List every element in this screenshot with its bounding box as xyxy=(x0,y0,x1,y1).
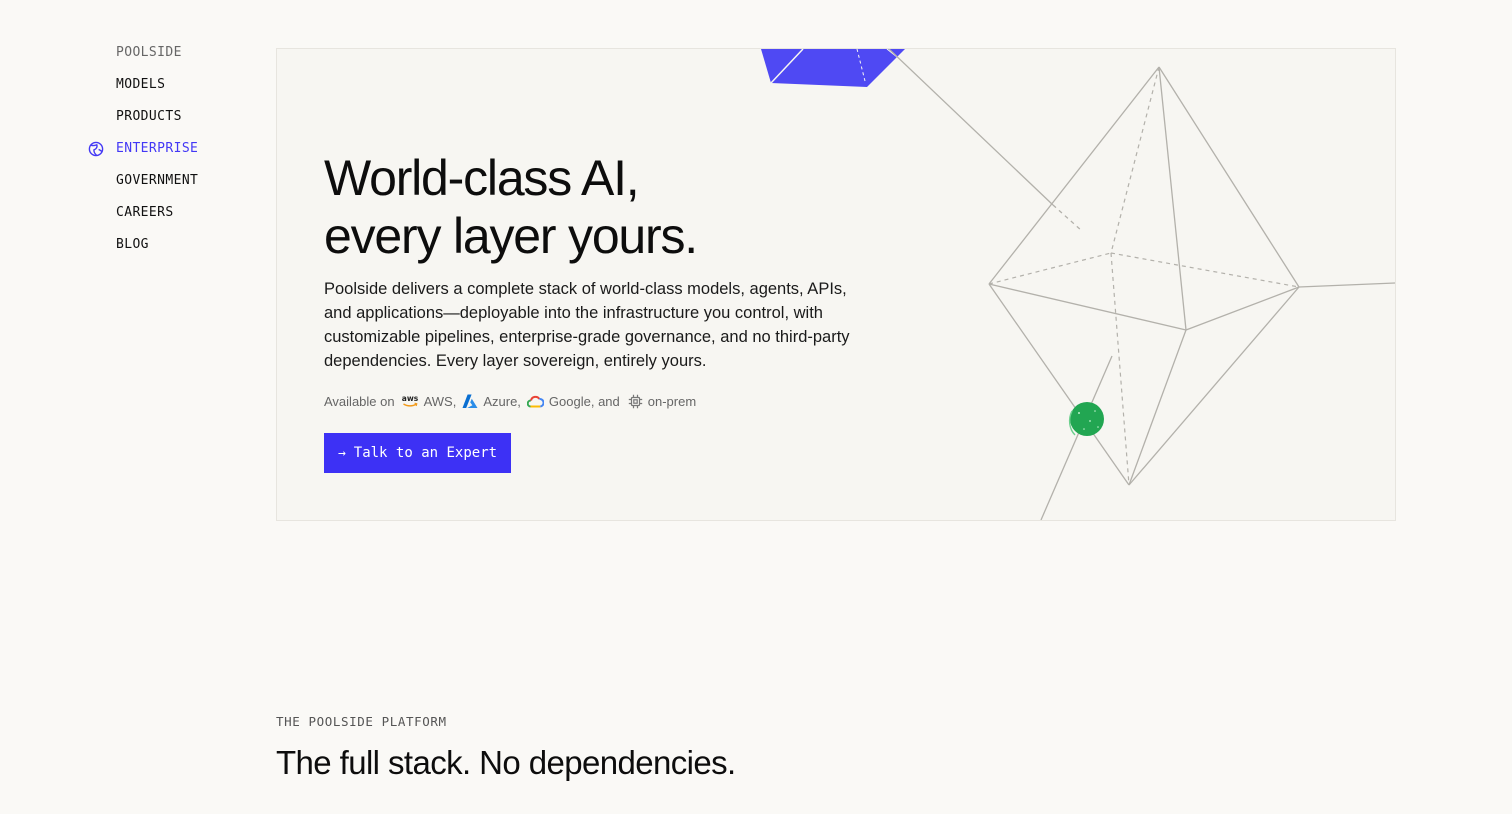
platform-eyebrow: THE POOLSIDE PLATFORM xyxy=(276,714,447,729)
nav-item-products[interactable]: PRODUCTS xyxy=(116,108,198,126)
availability-prefix: Available on xyxy=(324,393,395,409)
globe-icon xyxy=(88,141,104,157)
nav-brand-poolside[interactable]: POOLSIDE xyxy=(116,44,198,62)
nav-item-government[interactable]: GOVERNMENT xyxy=(116,172,198,190)
arrow-right-icon: → xyxy=(337,445,346,461)
chip-icon xyxy=(628,394,643,409)
availability-line: Available on aws AWS, Azure, Google, and… xyxy=(324,391,696,411)
blue-shard xyxy=(761,49,905,87)
provider-azure-label: Azure, xyxy=(483,393,521,409)
azure-logo-icon xyxy=(462,394,478,409)
hero-title-line-1: World-class AI, xyxy=(324,150,640,206)
talk-to-expert-label: Talk to an Expert xyxy=(353,445,498,461)
provider-onprem-label: on-prem xyxy=(647,393,697,409)
google-cloud-logo-icon xyxy=(526,395,544,408)
nav-item-enterprise[interactable]: ENTERPRISE xyxy=(88,140,199,158)
hero-card: World-class AI, every layer yours. Pools… xyxy=(276,48,1396,521)
nav-item-blog[interactable]: BLOG xyxy=(116,236,198,254)
sidebar-nav: POOLSIDE MODELS PRODUCTS ENTERPRISE GOVE… xyxy=(88,44,199,268)
hero-description: Poolside delivers a complete stack of wo… xyxy=(324,280,850,370)
provider-aws-label: AWS, xyxy=(423,393,457,409)
hero-title-line-2: every layer yours. xyxy=(324,208,698,264)
nav-item-models[interactable]: MODELS xyxy=(116,76,198,94)
hero-title: World-class AI, every layer yours. xyxy=(324,149,698,265)
platform-title: The full stack. No dependencies. xyxy=(276,744,736,781)
talk-to-expert-button[interactable]: → Talk to an Expert xyxy=(324,433,511,473)
svg-text:aws: aws xyxy=(401,394,418,403)
provider-google-label: Google, and xyxy=(548,393,620,409)
green-sphere xyxy=(1070,402,1104,436)
nav-item-enterprise-label: ENTERPRISE xyxy=(116,141,199,156)
aws-logo-icon: aws xyxy=(401,394,419,408)
nav-item-careers[interactable]: CAREERS xyxy=(116,204,198,222)
